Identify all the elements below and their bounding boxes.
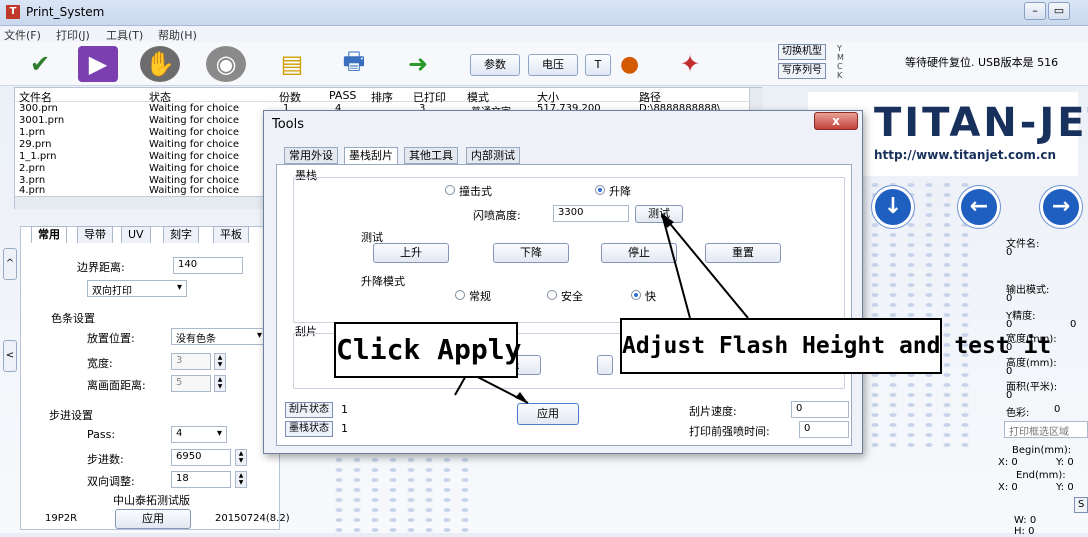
annotation-arrows	[454, 213, 749, 404]
adjust-flash-annotation: Adjust Flash Height and test it	[620, 318, 1051, 374]
adjust-flash-arrow	[661, 213, 749, 319]
click-apply-annotation: Click Apply	[334, 322, 521, 378]
click-apply-arrowhead	[515, 392, 528, 403]
